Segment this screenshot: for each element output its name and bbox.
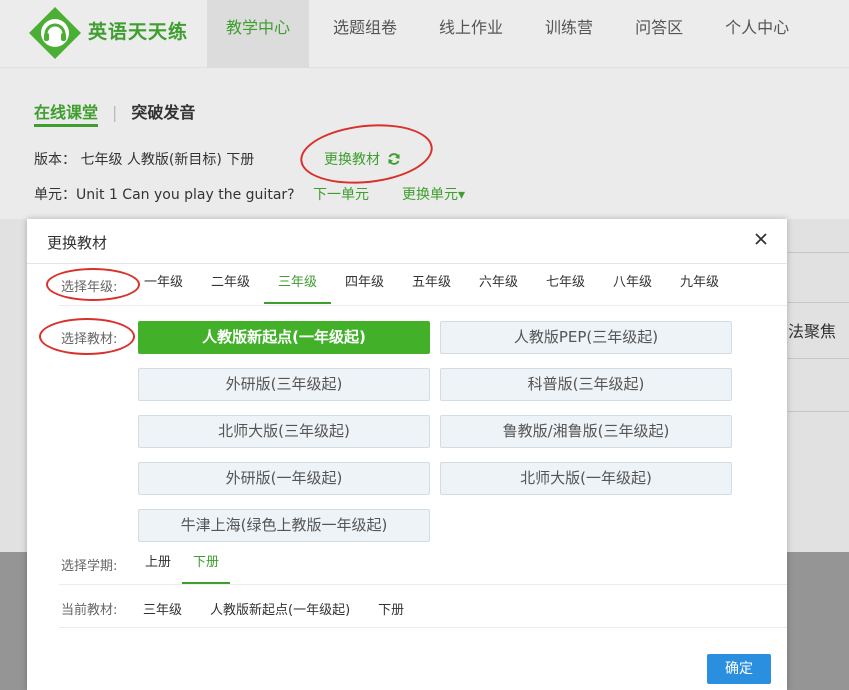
course-tabs: 在线课堂 | 突破发音: [34, 99, 195, 127]
grade-option[interactable]: 五年级: [398, 266, 465, 304]
current-term: 下册: [378, 603, 405, 618]
book-option[interactable]: 北师大版(一年级起): [440, 462, 732, 495]
grade-option[interactable]: 二年级: [197, 266, 264, 304]
annotation-circle: [46, 268, 140, 301]
current-grade: 三年级: [143, 603, 183, 618]
change-book-dialog: 更换教材 选择年级: 一年级 二年级 三年级 四年级 五年级 六年级 七年级 八…: [27, 219, 787, 690]
term-label: 选择学期:: [61, 559, 118, 574]
grade-row-divider: [59, 305, 787, 306]
grade-option[interactable]: 九年级: [666, 266, 733, 304]
book-option[interactable]: 科普版(三年级起): [440, 368, 732, 401]
next-unit-link[interactable]: 下一单元: [313, 184, 369, 204]
current-row-divider: [59, 627, 787, 628]
nav-item-qa[interactable]: 问答区: [617, 0, 701, 68]
current-book: 人教版新起点(一年级起): [210, 603, 351, 618]
term-option[interactable]: 上册: [134, 544, 182, 584]
dialog-divider: [27, 263, 787, 264]
book-option[interactable]: 外研版(一年级起): [138, 462, 430, 495]
nav-item-online-homework[interactable]: 线上作业: [421, 0, 521, 68]
current-selection: 三年级 人教版新起点(一年级起) 下册: [143, 599, 432, 618]
nav-item-teaching-center[interactable]: 教学中心: [207, 0, 310, 68]
grade-option[interactable]: 四年级: [331, 266, 398, 304]
term-tabs: 上册 下册: [134, 544, 230, 584]
grade-option[interactable]: 八年级: [599, 266, 666, 304]
app-name: 英语天天练: [88, 21, 189, 43]
grade-option[interactable]: 三年级: [264, 266, 331, 304]
edition-info: 版本： 七年级 人教版(新目标) 下册: [34, 152, 255, 168]
confirm-button[interactable]: 确定: [707, 654, 771, 684]
book-option[interactable]: 人教版新起点(一年级起): [138, 321, 430, 354]
book-option[interactable]: 外研版(三年级起): [138, 368, 430, 401]
grade-tabs: 一年级 二年级 三年级 四年级 五年级 六年级 七年级 八年级 九年级: [130, 266, 733, 306]
book-option[interactable]: 牛津上海(绿色上教版一年级起): [138, 509, 430, 542]
tab-pronunciation[interactable]: 突破发音: [131, 103, 195, 122]
unit-info: 单元：Unit 1 Can you play the guitar?: [34, 187, 295, 203]
book-option[interactable]: 北师大版(三年级起): [138, 415, 430, 448]
tab-divider: |: [112, 103, 118, 122]
logo-icon[interactable]: [28, 6, 82, 60]
annotation-circle: [39, 318, 135, 355]
nav-item-profile[interactable]: 个人中心: [707, 0, 807, 68]
main-nav: 教学中心 选题组卷 线上作业 训练营 问答区 个人中心: [207, 0, 813, 68]
current-label: 当前教材:: [61, 603, 118, 618]
grade-option[interactable]: 六年级: [465, 266, 532, 304]
grade-option[interactable]: 一年级: [130, 266, 197, 304]
change-unit-dropdown[interactable]: 更换单元▾: [402, 184, 465, 204]
term-row-divider: [59, 584, 787, 585]
tab-online-class[interactable]: 在线课堂: [34, 103, 99, 127]
book-option[interactable]: 鲁教版/湘鲁版(三年级起): [440, 415, 732, 448]
dialog-title: 更换教材: [47, 234, 108, 252]
nav-item-training-camp[interactable]: 训练营: [527, 0, 611, 68]
grade-option[interactable]: 七年级: [532, 266, 599, 304]
book-option[interactable]: 人教版PEP(三年级起): [440, 321, 732, 354]
top-navbar: 英语天天练 教学中心 选题组卷 线上作业 训练营 问答区 个人中心: [0, 0, 849, 68]
nav-item-question-bank[interactable]: 选题组卷: [315, 0, 415, 68]
term-option[interactable]: 下册: [182, 544, 230, 584]
close-icon[interactable]: [753, 231, 769, 247]
